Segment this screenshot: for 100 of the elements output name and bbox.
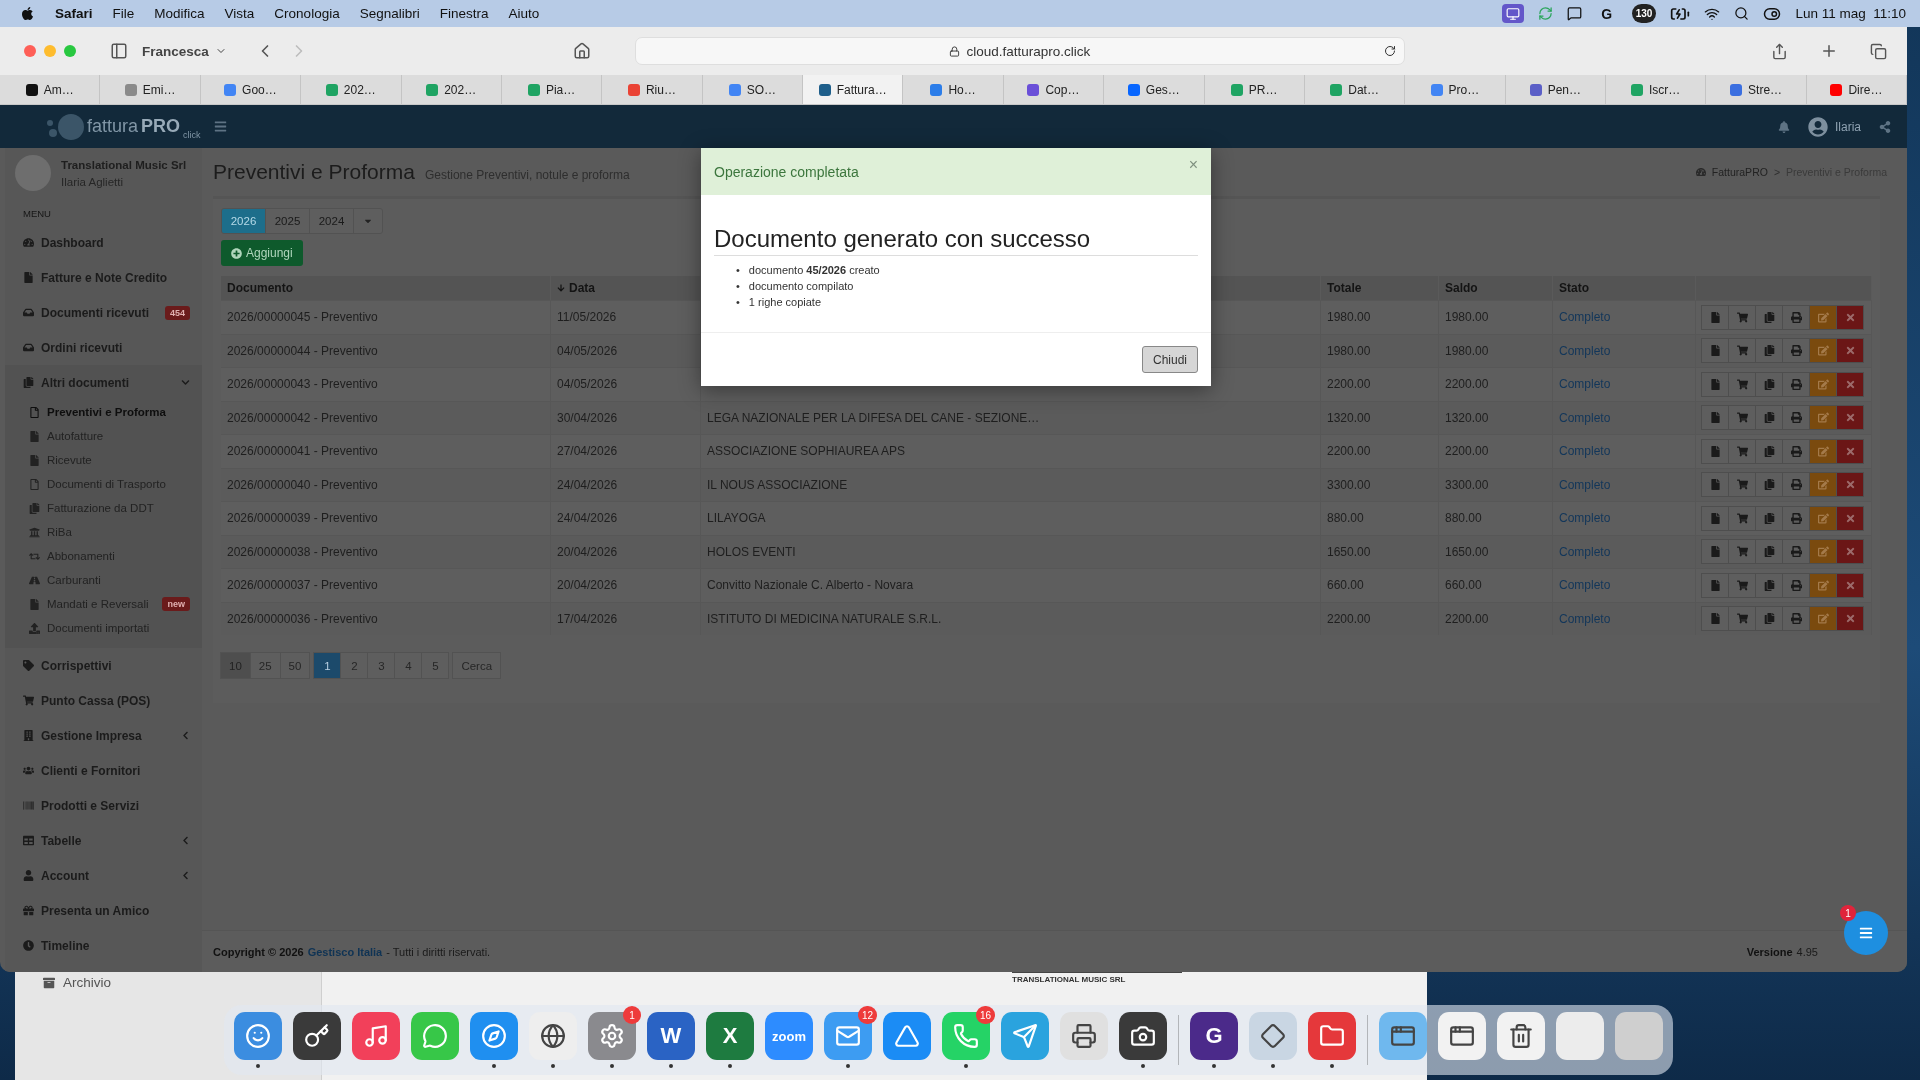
cart-button[interactable] [1728,606,1756,632]
music-note-icon[interactable] [352,1012,400,1060]
sidebar-item[interactable]: Punto Cassa (POS) [5,683,202,718]
column-header[interactable]: Totale [1321,276,1439,300]
file-button[interactable] [1701,472,1729,498]
print-button[interactable] [1782,606,1810,632]
smiley-face-icon[interactable] [234,1012,282,1060]
letter-app-icon[interactable]: zoom [765,1012,813,1060]
file-button[interactable] [1701,438,1729,464]
breadcrumb-link[interactable]: FatturaPRO [1711,166,1768,178]
copy-button[interactable] [1755,505,1783,531]
close-button[interactable] [1836,539,1864,565]
column-header[interactable]: Data [551,276,701,300]
copy-button[interactable] [1755,371,1783,397]
add-button[interactable]: Aggiungi [221,240,303,266]
browser-tab[interactable]: Fattura… [803,75,904,104]
status-link[interactable]: Completo [1559,611,1611,626]
letter-app-icon[interactable]: W [647,1012,695,1060]
sidebar-item[interactable]: Documenti ricevuti 454 [5,295,202,330]
share-nodes-icon[interactable] [1879,120,1891,133]
sidebar-item[interactable]: Prodotti e Servizi [5,788,202,823]
file-button[interactable] [1701,539,1729,565]
compass-icon[interactable] [470,1012,518,1060]
edit-button[interactable] [1809,405,1837,431]
page-button[interactable]: 4 [394,652,423,679]
apple-logo-icon[interactable] [20,6,35,21]
printer-icon[interactable] [1060,1012,1108,1060]
sidebar-item[interactable]: Archivio [43,975,111,990]
page-button[interactable]: 5 [421,652,450,679]
print-button[interactable] [1782,438,1810,464]
status-link[interactable]: Completo [1559,310,1611,325]
user-menu[interactable]: Ilaria [1808,116,1861,137]
print-button[interactable] [1782,338,1810,364]
cart-button[interactable] [1728,472,1756,498]
copy-button[interactable] [1755,572,1783,598]
close-button[interactable] [1836,505,1864,531]
window-thumbnail-icon[interactable] [1379,1012,1427,1060]
print-button[interactable] [1782,472,1810,498]
page-size-button[interactable]: 25 [249,652,281,679]
gear-icon[interactable] [588,1012,636,1060]
cart-button[interactable] [1728,438,1756,464]
copy-button[interactable] [1755,472,1783,498]
camera-icon[interactable] [1119,1012,1167,1060]
sidebar-item[interactable]: Gestione Impresa [5,718,202,753]
status-link[interactable]: Completo [1559,377,1611,392]
sidebar-item[interactable]: Clienti e Fornitori [5,753,202,788]
menu-item[interactable]: Cronologia [274,6,340,21]
close-dialog-button[interactable]: Chiudi [1141,346,1198,373]
menu-item[interactable]: Modifica [154,6,205,21]
letter-app-icon[interactable]: G [1190,1012,1238,1060]
status-link[interactable]: Completo [1559,578,1611,593]
print-button[interactable] [1782,572,1810,598]
file-button[interactable] [1701,572,1729,598]
globe-icon[interactable] [529,1012,577,1060]
cart-button[interactable] [1728,405,1756,431]
copy-button[interactable] [1755,304,1783,330]
menu-icon[interactable] [214,120,227,133]
copy-button[interactable] [1755,539,1783,565]
page-button[interactable]: 3 [367,652,396,679]
app-icon[interactable] [1615,1012,1663,1060]
copy-button[interactable] [1755,338,1783,364]
cart-button[interactable] [1728,505,1756,531]
reload-icon[interactable] [1383,45,1396,57]
status-link[interactable]: Completo [1559,511,1611,526]
file-button[interactable] [1701,606,1729,632]
app-menu[interactable]: Safari [55,6,93,21]
file-button[interactable] [1701,304,1729,330]
share-icon[interactable] [1771,42,1788,60]
year-tab[interactable]: 2026 [222,209,266,233]
menu-item[interactable]: Vista [224,6,255,21]
edit-button[interactable] [1809,304,1837,330]
menu-item[interactable]: File [112,6,135,21]
menu-item[interactable]: Aiuto [508,6,540,21]
search-button[interactable]: Cerca [452,652,502,679]
company-link[interactable]: Gestisco Italia [307,945,383,958]
sidebar-item[interactable]: Ordini ricevuti [5,330,202,365]
sidebar-item[interactable]: Altri documenti [5,365,202,400]
status-letter-icon[interactable]: G [1595,4,1618,23]
search-icon[interactable] [1734,6,1750,21]
close-button[interactable] [1836,572,1864,598]
copy-button[interactable] [1755,606,1783,632]
sidebar-toggle-icon[interactable] [110,42,128,60]
profile-button[interactable]: Francesca [142,43,227,59]
menu-item[interactable]: Finestra [439,6,489,21]
sidebar-item[interactable]: Timeline [5,928,202,963]
home-icon[interactable] [572,42,591,60]
status-link[interactable]: Completo [1559,444,1611,459]
edit-button[interactable] [1809,505,1837,531]
sidebar-item[interactable]: Corrispettivi [5,648,202,683]
close-button[interactable] [1836,438,1864,464]
cart-button[interactable] [1728,304,1756,330]
zoom-window-button[interactable] [64,45,76,57]
sidebar-item[interactable]: Account [5,858,202,893]
print-button[interactable] [1782,371,1810,397]
tab-overview-icon[interactable] [1870,42,1887,60]
copy-button[interactable] [1755,438,1783,464]
close-button[interactable] [1836,472,1864,498]
close-window-button[interactable] [24,45,36,57]
column-header[interactable]: Saldo [1439,276,1553,300]
letter-app-icon[interactable]: X [706,1012,754,1060]
